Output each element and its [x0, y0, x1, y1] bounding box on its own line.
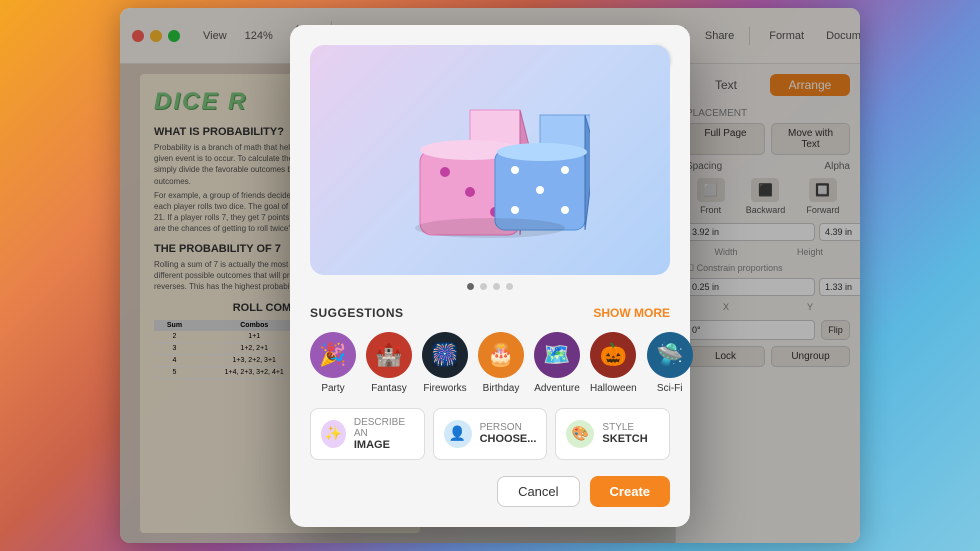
create-button[interactable]: Create [590, 476, 670, 507]
mac-window: View 124% Add Page Insert Table Chart Te… [120, 8, 860, 543]
fireworks-label: Fireworks [423, 383, 466, 394]
dot-1[interactable] [467, 283, 474, 290]
style-icon: 🎨 [566, 420, 594, 448]
suggestion-party[interactable]: 🎉 Party [310, 332, 356, 394]
fantasy-label: Fantasy [371, 383, 407, 394]
image-preview [310, 45, 670, 275]
dice-illustration [390, 80, 590, 240]
party-icon: 🎉 [310, 332, 356, 378]
person-icon: 👤 [444, 420, 472, 448]
dot-4[interactable] [506, 283, 513, 290]
scifi-label: Sci-Fi [657, 383, 683, 394]
style-label: STYLE [602, 422, 647, 433]
style-text: STYLE SKETCH [602, 422, 647, 445]
suggestions-header: SUGGESTIONS SHOW MORE [310, 306, 670, 320]
person-text: PERSON CHOOSE... [480, 422, 537, 445]
modal-footer: Cancel Create [310, 476, 670, 507]
party-label: Party [321, 383, 344, 394]
birthday-label: Birthday [483, 383, 520, 394]
suggestion-scifi[interactable]: 🛸 Sci-Fi [647, 332, 693, 394]
suggestion-halloween[interactable]: 🎃 Halloween [590, 332, 637, 394]
birthday-icon: 🎂 [478, 332, 524, 378]
style-value: SKETCH [602, 433, 647, 445]
suggestions-grid: 🎉 Party 🏰 Fantasy 🎆 Fireworks 🎂 Birthday… [310, 332, 670, 394]
suggestion-birthday[interactable]: 🎂 Birthday [478, 332, 524, 394]
adventure-label: Adventure [534, 383, 580, 394]
person-value: CHOOSE... [480, 433, 537, 445]
style-option[interactable]: 🎨 STYLE SKETCH [555, 408, 670, 460]
show-more-button[interactable]: SHOW MORE [593, 306, 670, 320]
halloween-icon: 🎃 [590, 332, 636, 378]
pagination-dots [310, 283, 670, 290]
modal-dialog: ••• [290, 25, 690, 527]
suggestion-fireworks[interactable]: 🎆 Fireworks [422, 332, 468, 394]
cancel-button[interactable]: Cancel [497, 476, 579, 507]
scifi-icon: 🛸 [647, 332, 693, 378]
describe-icon: ✨ [321, 420, 346, 448]
fireworks-icon: 🎆 [422, 332, 468, 378]
halloween-label: Halloween [590, 383, 637, 394]
fantasy-icon: 🏰 [366, 332, 412, 378]
suggestion-fantasy[interactable]: 🏰 Fantasy [366, 332, 412, 394]
describe-image-option[interactable]: ✨ DESCRIBE AN IMAGE [310, 408, 425, 460]
dot-3[interactable] [493, 283, 500, 290]
describe-text: DESCRIBE AN IMAGE [354, 417, 414, 451]
modal-overlay: ••• [120, 8, 860, 543]
suggestion-adventure[interactable]: 🗺️ Adventure [534, 332, 580, 394]
person-label: PERSON [480, 422, 537, 433]
describe-label: DESCRIBE AN [354, 417, 414, 439]
action-options: ✨ DESCRIBE AN IMAGE 👤 PERSON CHOOSE... 🎨 [310, 408, 670, 460]
person-option[interactable]: 👤 PERSON CHOOSE... [433, 408, 548, 460]
describe-value: IMAGE [354, 439, 414, 451]
adventure-icon: 🗺️ [534, 332, 580, 378]
suggestions-title: SUGGESTIONS [310, 306, 404, 320]
dot-2[interactable] [480, 283, 487, 290]
